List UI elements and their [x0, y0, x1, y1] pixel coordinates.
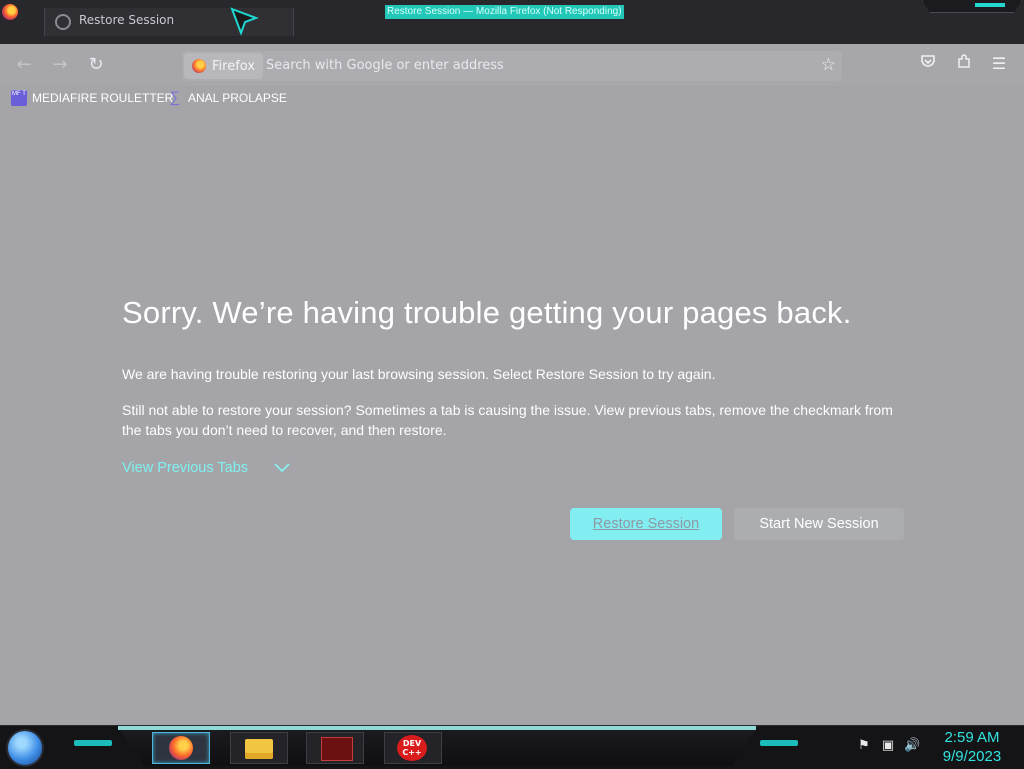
devcpp-icon: DEV C++ — [397, 735, 427, 761]
taskbar-media-app-button[interactable] — [306, 732, 364, 764]
pocket-icon[interactable] — [917, 53, 939, 75]
taskbar: DEV C++ ⚑ ▣ 🔊 2:59 AM 9/9/2023 — [0, 725, 1024, 769]
taskbar-file-explorer-button[interactable] — [230, 732, 288, 764]
mouse-cursor-icon — [230, 7, 259, 36]
restore-message: We are having trouble restoring your las… — [122, 366, 716, 382]
window-title: Restore Session — Mozilla Firefox (Not R… — [385, 5, 624, 19]
taskbar-decoration — [74, 740, 112, 746]
bookmark-mediafire-rouletter[interactable]: MF T MEDIAFIRE ROULETTER — [11, 90, 173, 106]
identity-box[interactable]: Firefox — [184, 53, 264, 79]
clock-date: 9/9/2023 — [942, 748, 1002, 765]
reload-button[interactable]: ↻ — [83, 52, 109, 78]
window-controls[interactable] — [922, 0, 1022, 13]
identity-label: Firefox — [212, 58, 256, 74]
firefox-logo-icon[interactable] — [2, 4, 18, 20]
bookmark-anal-prolapse[interactable]: ∑ ANAL PROLAPSE — [167, 90, 287, 106]
page-title: Sorry. We’re having trouble getting your… — [122, 295, 852, 330]
extensions-icon[interactable] — [953, 53, 975, 75]
taskbar-firefox-button[interactable] — [152, 732, 210, 764]
start-button[interactable] — [8, 731, 42, 765]
view-previous-tabs-toggle[interactable]: View Previous Tabs — [122, 460, 290, 476]
tab-title: Restore Session — [79, 13, 175, 27]
volume-icon[interactable]: 🔊 — [904, 738, 920, 754]
restore-session-button[interactable]: Restore Session — [570, 508, 722, 540]
bookmark-label: ANAL PROLAPSE — [188, 91, 287, 105]
media-app-icon — [321, 737, 353, 761]
system-clock[interactable]: 2:59 AM 9/9/2023 — [936, 728, 1008, 766]
taskbar-strip-highlight — [118, 726, 756, 730]
reload-icon: ↻ — [88, 54, 104, 75]
back-arrow-icon: ← — [16, 54, 32, 75]
back-button[interactable]: ← — [11, 52, 37, 78]
bookmark-label: MEDIAFIRE ROULETTER — [32, 91, 174, 105]
forward-button[interactable]: → — [47, 52, 73, 78]
chevron-down-icon — [274, 460, 290, 476]
start-new-session-button[interactable]: Start New Session — [734, 508, 904, 540]
taskbar-devcpp-button[interactable]: DEV C++ — [384, 732, 442, 764]
forward-arrow-icon: → — [52, 54, 68, 75]
taskbar-decoration — [760, 740, 798, 746]
navigation-toolbar: ← → ↻ Firefox Search with Google or ente… — [0, 44, 1024, 86]
title-bar: Restore Session Restore Session — Mozill… — [0, 0, 1024, 44]
address-bar[interactable]: Firefox Search with Google or enter addr… — [182, 51, 842, 81]
bookmarks-toolbar: MF T MEDIAFIRE ROULETTER ∑ ANAL PROLAPSE — [0, 86, 1024, 110]
firefox-icon — [169, 736, 193, 760]
restore-help-message: Still not able to restore your session? … — [122, 402, 893, 438]
folder-icon — [245, 739, 273, 759]
view-previous-tabs-label: View Previous Tabs — [122, 460, 249, 476]
firefox-identity-icon — [192, 59, 206, 73]
bookmark-star-icon[interactable]: ☆ — [821, 55, 836, 75]
menu-hamburger-icon[interactable]: ☰ — [988, 53, 1010, 75]
action-center-flag-icon[interactable]: ⚑ — [856, 738, 872, 754]
search-input[interactable]: Search with Google or enter address — [266, 58, 504, 73]
clock-time: 2:59 AM — [944, 729, 1000, 746]
window-control-indicator — [975, 3, 1005, 7]
network-icon[interactable]: ▣ — [880, 738, 896, 754]
session-restore-page: Sorry. We’re having trouble getting your… — [0, 110, 1024, 725]
sigma-bookmark-icon: ∑ — [169, 89, 181, 106]
system-tray: ⚑ ▣ 🔊 — [856, 738, 920, 754]
tab-favicon-icon — [55, 14, 71, 30]
mediafire-bookmark-icon: MF T — [11, 90, 27, 106]
